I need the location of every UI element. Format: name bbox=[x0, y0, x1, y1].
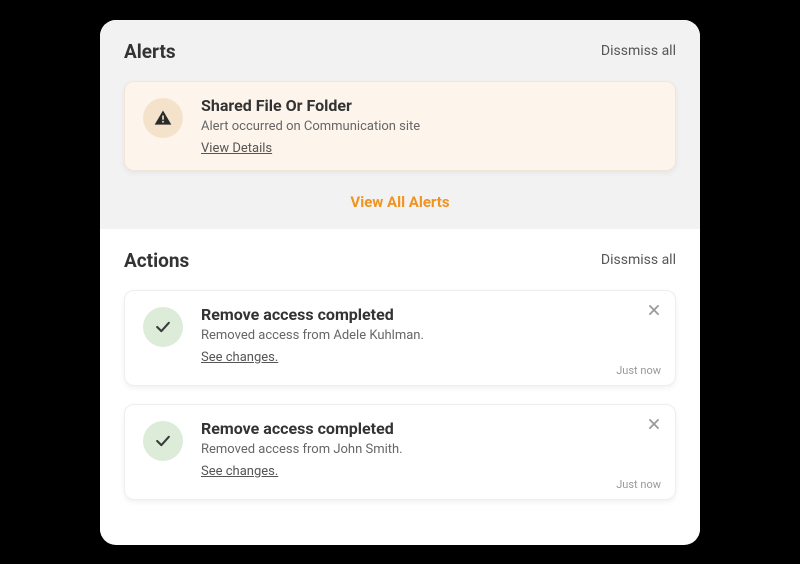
actions-header: Actions Dissmiss all bbox=[124, 249, 676, 272]
action-card: Remove access completed Removed access f… bbox=[124, 290, 676, 386]
alert-view-details-link[interactable]: View Details bbox=[201, 141, 272, 156]
action-description: Removed access from Adele Kuhlman. bbox=[201, 328, 657, 343]
view-all-alerts-link[interactable]: View All Alerts bbox=[124, 193, 676, 211]
alerts-header: Alerts Dissmiss all bbox=[124, 40, 676, 63]
alert-content: Shared File Or Folder Alert occurred on … bbox=[201, 96, 657, 156]
alert-title: Shared File Or Folder bbox=[201, 96, 657, 115]
alerts-dismiss-all[interactable]: Dissmiss all bbox=[601, 43, 676, 59]
success-icon bbox=[143, 421, 183, 461]
actions-section: Actions Dissmiss all Remove access compl… bbox=[100, 229, 700, 536]
alerts-section: Alerts Dissmiss all Shared File Or Folde… bbox=[100, 20, 700, 229]
action-timestamp: Just now bbox=[616, 364, 661, 377]
action-card: Remove access completed Removed access f… bbox=[124, 404, 676, 500]
action-see-changes-link[interactable]: See changes. bbox=[201, 350, 278, 365]
action-description: Removed access from John Smith. bbox=[201, 442, 657, 457]
action-content: Remove access completed Removed access f… bbox=[201, 419, 657, 479]
action-title: Remove access completed bbox=[201, 305, 657, 324]
close-icon[interactable] bbox=[647, 303, 661, 317]
action-content: Remove access completed Removed access f… bbox=[201, 305, 657, 365]
alerts-title: Alerts bbox=[124, 40, 176, 63]
actions-dismiss-all[interactable]: Dissmiss all bbox=[601, 252, 676, 268]
action-timestamp: Just now bbox=[616, 478, 661, 491]
warning-icon bbox=[143, 98, 183, 138]
notifications-panel: Alerts Dissmiss all Shared File Or Folde… bbox=[100, 20, 700, 545]
action-see-changes-link[interactable]: See changes. bbox=[201, 464, 278, 479]
close-icon[interactable] bbox=[647, 417, 661, 431]
actions-title: Actions bbox=[124, 249, 189, 272]
alert-description: Alert occurred on Communication site bbox=[201, 119, 657, 134]
alert-card: Shared File Or Folder Alert occurred on … bbox=[124, 81, 676, 171]
success-icon bbox=[143, 307, 183, 347]
action-title: Remove access completed bbox=[201, 419, 657, 438]
